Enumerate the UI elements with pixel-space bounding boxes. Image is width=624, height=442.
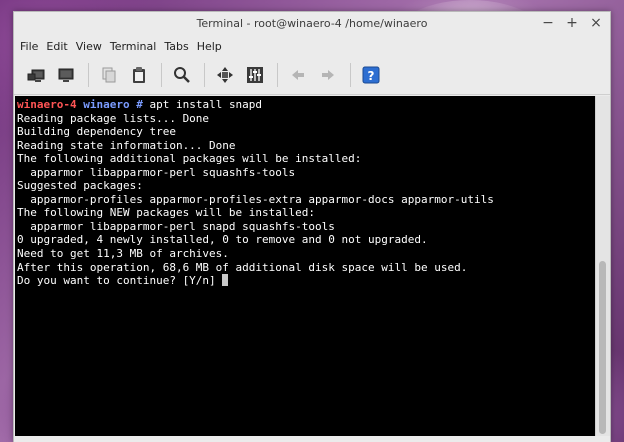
output-line: The following NEW packages will be insta… (17, 206, 316, 220)
output-line: apparmor-profiles apparmor-profiles-extr… (17, 192, 494, 206)
menu-help[interactable]: Help (197, 40, 222, 53)
copy-button[interactable] (95, 61, 123, 89)
previous-tab-button[interactable] (284, 61, 312, 89)
terminal-cursor (222, 274, 229, 287)
menu-file[interactable]: File (20, 40, 38, 53)
next-tab-icon (322, 70, 334, 80)
output-line: Reading state information... Done (17, 138, 236, 152)
prompt-symbol: # (136, 98, 143, 111)
menu-tabs[interactable]: Tabs (164, 40, 188, 53)
search-icon (174, 67, 190, 83)
toolbar-separator (204, 63, 205, 87)
output-line: Need to get 11,3 MB of archives. (17, 247, 229, 261)
minimize-button[interactable]: − (542, 15, 554, 31)
prompt-host: winaero-4 (17, 98, 77, 111)
continue-prompt: Do you want to continue? [Y/n] (17, 274, 223, 288)
help-icon: ? (362, 66, 380, 84)
command-text: apt install snapd (149, 98, 263, 111)
scrollbar-thumb[interactable] (599, 261, 606, 434)
menu-edit[interactable]: Edit (46, 40, 67, 53)
settings-icon (247, 67, 263, 83)
title-bar[interactable]: Terminal - root@winaero-4 /home/winaero … (14, 12, 610, 36)
output-line: The following additional packages will b… (17, 152, 362, 166)
new-window-icon (58, 68, 74, 82)
toolbar-separator (88, 63, 89, 87)
new-tab-button[interactable] (22, 61, 50, 89)
window-title: Terminal - root@winaero-4 /home/winaero (196, 17, 428, 30)
next-tab-button[interactable] (314, 61, 342, 89)
close-button[interactable]: × (590, 15, 602, 31)
fullscreen-button[interactable] (211, 61, 239, 89)
help-button[interactable]: ? (357, 61, 385, 89)
menu-bar: File Edit View Terminal Tabs Help (14, 36, 610, 56)
terminal-window: Terminal - root@winaero-4 /home/winaero … (13, 11, 611, 442)
output-line: After this operation, 68,6 MB of additio… (17, 260, 468, 274)
new-window-button[interactable] (52, 61, 80, 89)
fullscreen-icon (217, 67, 233, 83)
previous-tab-icon (292, 70, 304, 80)
output-line: apparmor libapparmor-perl snapd squashfs… (17, 219, 335, 233)
menu-terminal[interactable]: Terminal (110, 40, 157, 53)
terminal-output-area[interactable]: winaero-4 winaero # apt install snapd Re… (15, 96, 595, 436)
toolbar-separator (161, 63, 162, 87)
output-line: 0 upgraded, 4 newly installed, 0 to remo… (17, 233, 428, 247)
output-line: apparmor libapparmor-perl squashfs-tools (17, 165, 296, 179)
paste-icon (133, 67, 145, 83)
window-controls: − + × (542, 15, 602, 31)
vertical-scrollbar[interactable] (595, 96, 610, 436)
output-line: Building dependency tree (17, 125, 176, 139)
preferences-button[interactable] (241, 61, 269, 89)
output-line: Reading package lists... Done (17, 111, 210, 125)
search-button[interactable] (168, 61, 196, 89)
prompt-directory: winaero (83, 98, 130, 111)
toolbar-separator (350, 63, 351, 87)
new-tab-icon (27, 69, 45, 82)
help-icon-label: ? (368, 69, 375, 83)
copy-icon (102, 67, 116, 83)
terminal-text: winaero-4 winaero # apt install snapd Re… (15, 96, 595, 288)
maximize-button[interactable]: + (566, 15, 578, 31)
toolbar-separator (277, 63, 278, 87)
toolbar: ? (14, 56, 610, 95)
menu-view[interactable]: View (76, 40, 102, 53)
paste-button[interactable] (125, 61, 153, 89)
output-line: Suggested packages: (17, 179, 143, 193)
